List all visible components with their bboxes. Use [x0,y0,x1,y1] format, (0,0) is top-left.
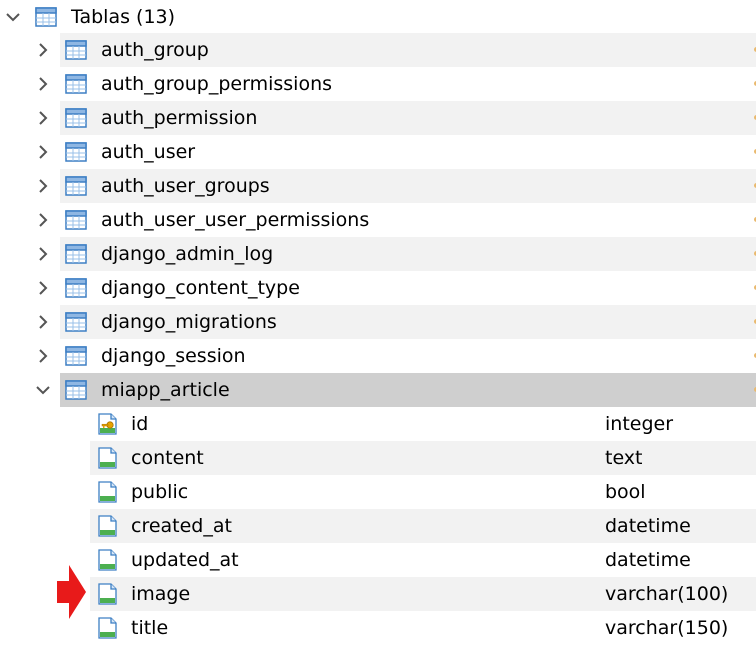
table-icon [65,142,87,162]
table-name: auth_user_user_permissions [101,209,370,231]
table-row-auth-user-user-permissions[interactable]: auth_user_user_permissions [0,203,756,237]
column-type: bool [605,481,646,503]
column-icon [98,549,117,571]
table-icon [65,346,87,366]
chevron-down-icon[interactable] [34,373,52,407]
table-icon [65,176,87,196]
column-name: image [131,583,191,605]
primary-key-column-icon [98,413,117,435]
table-row-auth-group[interactable]: auth_group [0,33,756,67]
column-type: datetime [605,515,691,537]
column-type: text [605,447,643,469]
table-icon [35,7,57,27]
column-row-public[interactable]: public bool [0,475,756,509]
table-name: auth_permission [101,107,258,129]
chevron-right-icon[interactable] [34,339,52,373]
column-name: created_at [131,515,232,537]
column-name: public [131,481,189,503]
table-row-auth-permission[interactable]: auth_permission [0,101,756,135]
column-name: title [131,617,169,639]
column-row-title[interactable]: title varchar(150) [0,611,756,645]
column-type: integer [605,413,674,435]
column-row-id[interactable]: id integer [0,407,756,441]
column-icon [98,617,117,639]
table-icon [65,108,87,128]
tree-root-label: Tablas (13) [71,6,176,28]
table-icon [65,210,87,230]
table-icon [65,40,87,60]
table-name: django_migrations [101,311,277,333]
table-name: django_session [101,345,246,367]
chevron-right-icon[interactable] [34,169,52,203]
table-icon [65,312,87,332]
table-name: auth_user [101,141,196,163]
table-icon [65,380,87,400]
column-row-content[interactable]: content text [0,441,756,475]
table-name: auth_group [101,39,209,61]
column-icon [98,515,117,537]
table-row-django-migrations[interactable]: django_migrations [0,305,756,339]
tree-root-row[interactable]: Tablas (13) [0,0,756,34]
chevron-right-icon[interactable] [34,237,52,271]
table-name: django_content_type [101,277,300,299]
table-row-miapp-article[interactable]: miapp_article [0,373,756,407]
table-row-auth-group-permissions[interactable]: auth_group_permissions [0,67,756,101]
table-name: miapp_article [101,379,230,401]
column-name: id [131,413,149,435]
table-name: auth_user_groups [101,175,270,197]
chevron-right-icon[interactable] [34,203,52,237]
column-name: updated_at [131,549,239,571]
chevron-right-icon[interactable] [34,67,52,101]
column-icon [98,583,117,605]
table-icon [65,244,87,264]
table-row-django-admin-log[interactable]: django_admin_log [0,237,756,271]
chevron-right-icon[interactable] [34,305,52,339]
column-row-created-at[interactable]: created_at datetime [0,509,756,543]
table-row-auth-user-groups[interactable]: auth_user_groups [0,169,756,203]
column-type: datetime [605,549,691,571]
column-icon [98,447,117,469]
table-tree: Tablas (13) auth_group auth_group_permis… [0,0,756,649]
column-type: varchar(150) [605,617,729,639]
chevron-right-icon[interactable] [34,101,52,135]
column-type: varchar(100) [605,583,729,605]
table-icon [65,74,87,94]
table-icon [65,278,87,298]
column-row-image[interactable]: image varchar(100) [0,577,756,611]
table-name: django_admin_log [101,243,274,265]
column-name: content [131,447,204,469]
chevron-down-icon[interactable] [4,0,22,34]
chevron-right-icon[interactable] [34,135,52,169]
red-arrow-icon [57,565,86,619]
table-row-auth-user[interactable]: auth_user [0,135,756,169]
chevron-right-icon[interactable] [34,271,52,305]
chevron-right-icon[interactable] [34,33,52,67]
table-row-django-content-type[interactable]: django_content_type [0,271,756,305]
table-row-django-session[interactable]: django_session [0,339,756,373]
table-name: auth_group_permissions [101,73,333,95]
column-icon [98,481,117,503]
column-row-updated-at[interactable]: updated_at datetime [0,543,756,577]
